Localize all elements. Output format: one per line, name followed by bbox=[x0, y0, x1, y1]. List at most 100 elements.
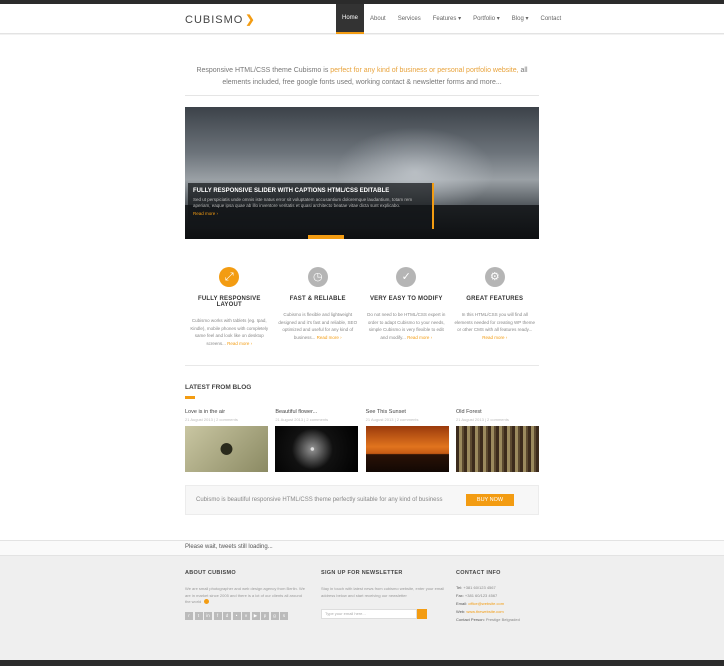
newsletter-submit-button[interactable] bbox=[417, 608, 427, 619]
contact-label: Contact Person: bbox=[456, 617, 485, 622]
contact-row: Contact Person: Prestige Belgraded bbox=[456, 616, 576, 624]
contact-row: Fax: +381 60/123 4567 bbox=[456, 592, 576, 600]
bottom-bar bbox=[0, 660, 724, 666]
check-icon: ✓ bbox=[396, 267, 417, 287]
post-title[interactable]: Love is in the air bbox=[185, 409, 268, 415]
slider-read-more[interactable]: Read more › bbox=[193, 211, 427, 216]
facebook-icon[interactable]: f bbox=[213, 611, 222, 620]
arrows-icon: ⤢ bbox=[219, 267, 240, 287]
nav-home[interactable]: Home bbox=[336, 4, 365, 34]
post-title[interactable]: See This Sunset bbox=[366, 409, 449, 415]
nav-blog[interactable]: Blog ▾ bbox=[506, 4, 535, 34]
contact-label: Fax: bbox=[456, 593, 464, 598]
feature-title: VERY EASY TO MODIFY bbox=[369, 296, 443, 302]
contact-value: +381 60/123 4567 bbox=[464, 593, 498, 598]
contact-list: Tel: +381 60/123 4567 Fax: +381 60/123 4… bbox=[456, 584, 576, 624]
contact-web-link[interactable]: www.thewebsite.com bbox=[466, 609, 503, 614]
site-header: CUBISMO ❯ Home About Services Features ▾ … bbox=[0, 4, 724, 34]
newsletter-text: Stay in touch with latest news from cubi… bbox=[321, 586, 445, 598]
feature-great: ⚙ GREAT FEATURES In this HTML/CSS you wi… bbox=[451, 267, 540, 357]
google-plus-icon[interactable]: g bbox=[270, 611, 279, 620]
tweets-status: Please wait, tweets still loading... bbox=[185, 544, 273, 550]
dribbble-icon[interactable]: d bbox=[223, 611, 231, 620]
twitter-icon[interactable]: t bbox=[194, 611, 203, 620]
nav-features-label: Features bbox=[432, 16, 457, 22]
blog-post[interactable]: Old Forest 21 August 2013 | 2 comments bbox=[455, 409, 539, 472]
skype-icon[interactable]: s bbox=[280, 611, 288, 620]
blog-post[interactable]: Beautiful flower... 21 August 2013 | 2 c… bbox=[275, 409, 359, 472]
post-meta: 21 August 2013 | 2 comments bbox=[185, 417, 238, 422]
contact-value: +381 60/123 4567 bbox=[463, 585, 496, 590]
footer-about-title: ABOUT CUBISMO bbox=[185, 570, 236, 576]
blog-post[interactable]: Love is in the air 21 August 2013 | 2 co… bbox=[185, 409, 268, 472]
footer-about: ABOUT CUBISMO We are small photographer … bbox=[185, 570, 305, 620]
slider-indicator[interactable] bbox=[308, 235, 344, 239]
post-meta: 21 August 2013 | 2 comments bbox=[365, 417, 419, 422]
contact-label: Web: bbox=[456, 609, 466, 614]
linkedin-icon[interactable]: in bbox=[204, 611, 212, 620]
intro-before: Responsive HTML/CSS theme Cubismo is bbox=[196, 67, 331, 74]
nav-portfolio-label: Portfolio bbox=[473, 16, 496, 22]
hero-slider[interactable]: FULLY RESPONSIVE SLIDER WITH CAPTIONS HT… bbox=[185, 107, 539, 239]
feature-responsive: ⤢ FULLY RESPONSIVE LAYOUT Cubismo works … bbox=[185, 267, 274, 357]
feature-read-more[interactable]: Read more › bbox=[317, 335, 342, 340]
post-meta: 21 August 2013 | 2 comments bbox=[455, 417, 509, 422]
feature-easy: ✓ VERY EASY TO MODIFY Do not need to be … bbox=[362, 267, 451, 357]
logo-text: CUBISMO bbox=[185, 14, 244, 26]
post-title[interactable]: Beautiful flower... bbox=[275, 409, 358, 415]
nav-about[interactable]: About bbox=[364, 4, 392, 34]
contact-label: Email: bbox=[456, 601, 468, 606]
post-meta: 21 August 2013 | 2 comments bbox=[275, 417, 329, 422]
contact-row: Email: office@website.com bbox=[456, 600, 576, 608]
newsletter-title: SIGN UP FOR NEWSLETTER bbox=[321, 570, 403, 576]
footer-about-text: We are small photographer and web design… bbox=[185, 586, 305, 606]
nav-services[interactable]: Services bbox=[392, 4, 427, 34]
nav-contact[interactable]: Contact bbox=[535, 4, 568, 34]
feature-read-more[interactable]: Read more › bbox=[482, 335, 507, 340]
youtube-icon[interactable]: ▶ bbox=[251, 611, 260, 620]
clock-icon: ◷ bbox=[307, 267, 328, 287]
slider-caption-text: Sed ut perspiciatis unde omnis iste natu… bbox=[193, 197, 413, 208]
post-title[interactable]: Old Forest bbox=[456, 409, 539, 415]
newsletter-form: Type your email here... bbox=[321, 605, 446, 623]
feature-read-more[interactable]: Read more › bbox=[407, 335, 432, 340]
contact-label: Tel: bbox=[456, 585, 463, 590]
nav-portfolio[interactable]: Portfolio ▾ bbox=[467, 4, 506, 34]
site-footer: ABOUT CUBISMO We are small photographer … bbox=[0, 556, 724, 660]
feature-desc: Do not need to be HTML/CSS expert in ord… bbox=[362, 311, 451, 341]
blog-posts: Love is in the air 21 August 2013 | 2 co… bbox=[185, 409, 539, 472]
post-image[interactable] bbox=[365, 426, 449, 472]
contact-value: Prestige Belgraded bbox=[485, 617, 520, 622]
footer-newsletter: SIGN UP FOR NEWSLETTER Stay in touch wit… bbox=[321, 570, 446, 623]
features-row: ⤢ FULLY RESPONSIVE LAYOUT Cubismo works … bbox=[185, 267, 539, 357]
pinterest-icon[interactable]: p bbox=[261, 611, 269, 620]
flickr-icon[interactable]: • bbox=[232, 611, 241, 620]
feature-desc-text: In this HTML/CSS you will find all eleme… bbox=[454, 312, 535, 332]
page-content: Responsive HTML/CSS theme Cubismo is per… bbox=[0, 35, 724, 540]
post-image[interactable] bbox=[185, 426, 268, 472]
feature-read-more[interactable]: Read more › bbox=[227, 341, 252, 346]
contact-email-link[interactable]: office@website.com bbox=[468, 601, 504, 606]
footer-about-body: We are small photographer and web design… bbox=[185, 586, 305, 604]
newsletter-email-input[interactable]: Type your email here... bbox=[321, 608, 417, 619]
call-to-action: Cubismo is beautiful responsive HTML/CSS… bbox=[185, 485, 539, 515]
vimeo-icon[interactable]: v bbox=[242, 611, 250, 620]
nav-blog-label: Blog bbox=[511, 16, 524, 22]
rss-icon[interactable]: r bbox=[185, 611, 193, 620]
feature-fast: ◷ FAST & RELIABLE Cubismo is flexible an… bbox=[274, 267, 363, 357]
main-nav: Home About Services Features ▾ Portfolio… bbox=[336, 4, 567, 34]
blog-post[interactable]: See This Sunset 21 August 2013 | 2 comme… bbox=[365, 409, 449, 472]
feature-desc: In this HTML/CSS you will find all eleme… bbox=[451, 311, 540, 341]
divider bbox=[185, 365, 539, 366]
nav-features[interactable]: Features ▾ bbox=[427, 4, 467, 34]
site-logo[interactable]: CUBISMO ❯ bbox=[185, 13, 256, 26]
buy-now-button[interactable]: BUY NOW bbox=[466, 494, 514, 506]
contact-row: Web: www.thewebsite.com bbox=[456, 608, 576, 616]
post-image[interactable] bbox=[455, 426, 539, 472]
post-image[interactable] bbox=[275, 426, 359, 472]
more-dot-icon[interactable] bbox=[204, 599, 210, 605]
social-icons: r t in f d • v ▶ p g s bbox=[185, 611, 305, 620]
slider-caption: FULLY RESPONSIVE SLIDER WITH CAPTIONS HT… bbox=[188, 183, 434, 229]
intro-highlight: perfect for any kind of business or pers… bbox=[330, 67, 519, 74]
blog-heading: LATEST FROM BLOG bbox=[185, 384, 252, 391]
